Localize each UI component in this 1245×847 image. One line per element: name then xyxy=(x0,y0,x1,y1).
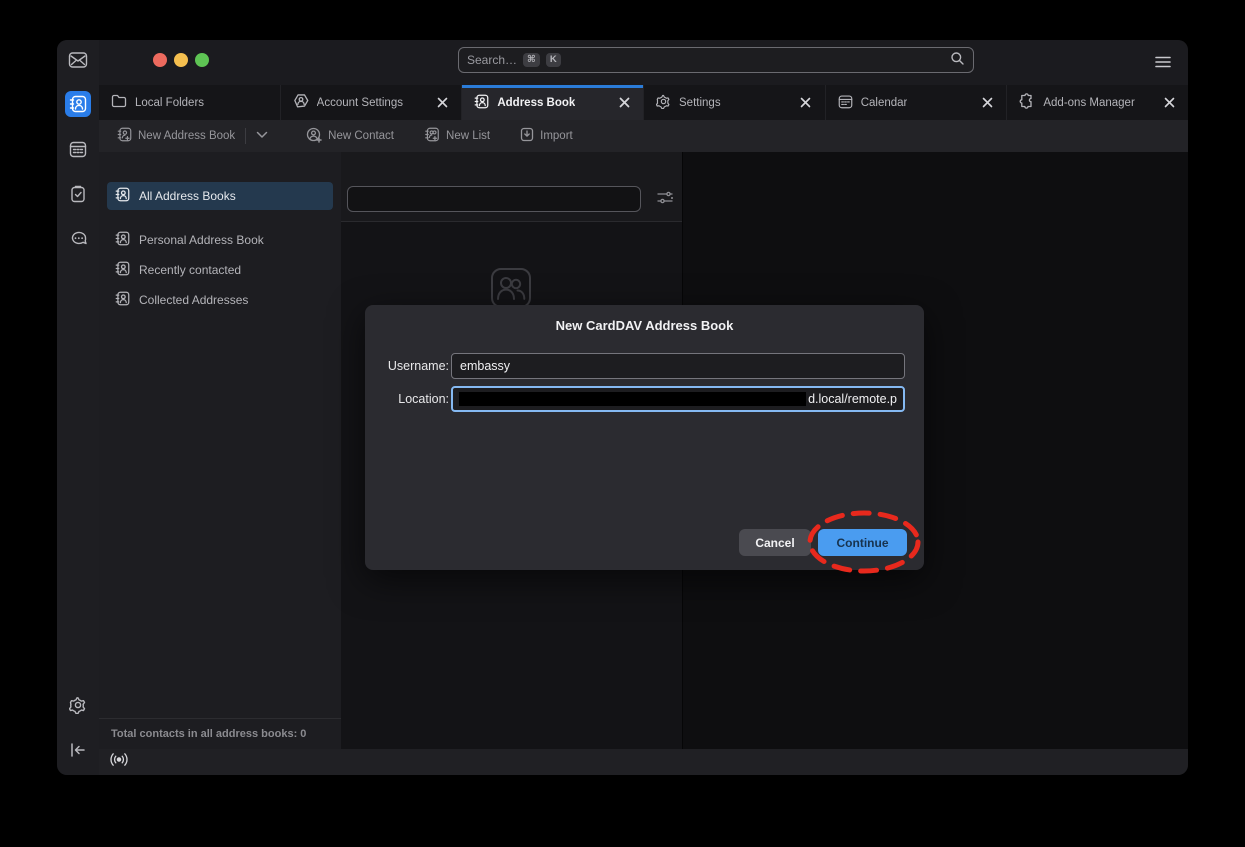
redaction-bar xyxy=(459,392,806,406)
app-menu-button[interactable] xyxy=(1154,53,1172,71)
chevron-down-icon xyxy=(256,130,268,142)
new-list-button[interactable]: New List xyxy=(416,123,498,149)
calendar-icon xyxy=(838,94,853,112)
new-address-book-dropdown[interactable] xyxy=(248,126,276,146)
tab-account-settings[interactable]: Account Settings xyxy=(281,85,463,120)
book-item-collected-addresses[interactable]: Collected Addresses xyxy=(107,286,333,314)
username-label: Username: xyxy=(379,359,449,373)
tab-bar: Local Folders Account Settings xyxy=(99,85,1188,120)
minimize-window-button[interactable] xyxy=(174,53,188,67)
address-book-icon xyxy=(115,187,130,205)
search-icon xyxy=(950,51,965,69)
folder-icon xyxy=(111,94,127,111)
mail-icon xyxy=(68,51,88,69)
tab-label: Address Book xyxy=(497,97,575,109)
new-carddav-dialog: New CardDAV Address Book Username: Locat… xyxy=(365,305,924,570)
titlebar: Search… ⌘ K xyxy=(99,40,1188,85)
address-book-icon xyxy=(115,291,130,309)
new-address-book-button[interactable]: New Address Book xyxy=(109,123,243,149)
app-window: Search… ⌘ K Local Folders xyxy=(57,40,1188,775)
address-book-icon xyxy=(69,95,87,113)
import-icon xyxy=(520,127,534,145)
network-status-icon xyxy=(109,752,129,772)
contacts-list-header xyxy=(341,152,682,222)
chat-space-button[interactable] xyxy=(65,226,91,252)
zoom-window-button[interactable] xyxy=(195,53,209,67)
tab-address-book[interactable]: Address Book xyxy=(462,85,644,120)
addressbook-toolbar: New Address Book New Contact xyxy=(99,120,1188,152)
book-item-all-address-books[interactable]: All Address Books xyxy=(107,182,333,210)
book-item-personal-address-book[interactable]: Personal Address Book xyxy=(107,226,333,254)
tab-addons-manager[interactable]: Add-ons Manager xyxy=(1007,85,1188,120)
total-contacts-status: Total contacts in all address books: 0 xyxy=(99,718,341,749)
mail-space-button[interactable] xyxy=(65,47,91,73)
tab-close-icon[interactable] xyxy=(435,96,449,110)
tasks-space-button[interactable] xyxy=(65,181,91,207)
tab-local-folders[interactable]: Local Folders xyxy=(99,85,281,120)
tab-close-icon[interactable] xyxy=(617,96,631,110)
new-list-label: New List xyxy=(446,130,490,142)
collapse-icon xyxy=(69,742,87,758)
cmd-key-badge: ⌘ xyxy=(523,53,540,67)
address-books-pane: All Address Books Personal Address Book xyxy=(99,152,341,749)
account-settings-icon xyxy=(293,93,309,112)
collapse-spaces-button[interactable] xyxy=(65,737,91,763)
addressbook-space-button[interactable] xyxy=(65,91,91,117)
new-address-book-icon xyxy=(117,127,132,145)
book-item-label: Collected Addresses xyxy=(139,293,248,307)
address-book-icon xyxy=(115,261,130,279)
location-visible-text: d.local/remote.p xyxy=(808,392,897,406)
spaces-settings-button[interactable] xyxy=(65,692,91,718)
close-window-button[interactable] xyxy=(153,53,167,67)
spaces-toolbar xyxy=(57,40,99,775)
gear-icon xyxy=(656,94,671,112)
tab-calendar[interactable]: Calendar xyxy=(826,85,1008,120)
username-field[interactable] xyxy=(451,353,905,379)
tab-label: Local Folders xyxy=(135,97,204,109)
cancel-button[interactable]: Cancel xyxy=(739,529,811,556)
book-item-recently-contacted[interactable]: Recently contacted xyxy=(107,256,333,284)
new-contact-button[interactable]: New Contact xyxy=(298,123,402,150)
k-key-badge: K xyxy=(546,53,561,67)
chat-icon xyxy=(69,230,88,248)
contacts-search-input[interactable] xyxy=(347,186,641,212)
location-label: Location: xyxy=(379,392,449,406)
global-search-input[interactable]: Search… ⌘ K xyxy=(458,47,974,73)
address-book-icon xyxy=(474,94,489,112)
new-address-book-label: New Address Book xyxy=(138,130,235,142)
tasks-icon xyxy=(70,185,86,203)
tab-label: Add-ons Manager xyxy=(1043,97,1134,109)
import-label: Import xyxy=(540,130,573,142)
import-button[interactable]: Import xyxy=(512,123,581,149)
book-item-label: Recently contacted xyxy=(139,263,241,277)
calendar-icon xyxy=(69,140,87,158)
new-contact-icon xyxy=(306,127,322,146)
continue-button[interactable]: Continue xyxy=(818,529,907,556)
book-item-label: All Address Books xyxy=(139,189,236,203)
tab-close-icon[interactable] xyxy=(1162,96,1176,110)
gear-icon xyxy=(69,696,87,714)
address-book-icon xyxy=(115,231,130,249)
tab-settings[interactable]: Settings xyxy=(644,85,826,120)
new-address-book-split-button[interactable]: New Address Book xyxy=(109,123,276,149)
book-item-label: Personal Address Book xyxy=(139,233,264,247)
tab-close-icon[interactable] xyxy=(980,96,994,110)
location-field[interactable]: d.local/remote.p xyxy=(451,386,905,412)
tab-label: Settings xyxy=(679,97,721,109)
new-list-icon xyxy=(424,127,440,145)
search-placeholder: Search… xyxy=(467,53,517,67)
calendar-space-button[interactable] xyxy=(65,136,91,162)
dialog-title: New CardDAV Address Book xyxy=(365,318,924,333)
display-options-button[interactable] xyxy=(656,190,674,211)
tab-label: Account Settings xyxy=(317,97,403,109)
new-contact-label: New Contact xyxy=(328,130,394,142)
status-bar xyxy=(99,749,1188,775)
tab-label: Calendar xyxy=(861,97,908,109)
puzzle-icon xyxy=(1019,93,1035,112)
tab-close-icon[interactable] xyxy=(799,96,813,110)
